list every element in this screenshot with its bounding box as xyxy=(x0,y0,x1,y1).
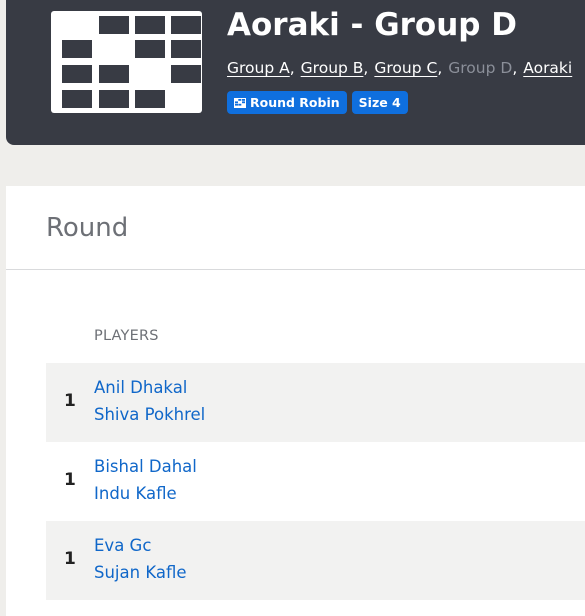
breadcrumb-group-b[interactable]: Group B xyxy=(301,59,364,77)
player-link[interactable]: Sujan Kafle xyxy=(94,562,187,584)
breadcrumb-separator: , xyxy=(512,59,518,77)
player-link[interactable]: Indu Kafle xyxy=(94,483,177,505)
match-number: 1 xyxy=(64,549,76,569)
breadcrumb-group-d-current: Group D xyxy=(448,59,513,77)
format-badge-label: Round Robin xyxy=(250,95,340,110)
grid-icon xyxy=(234,97,246,108)
player-link[interactable]: Eva Gc xyxy=(94,535,151,557)
round-robin-grid-icon xyxy=(51,11,202,113)
format-badge: Round Robin xyxy=(227,91,347,114)
breadcrumb-group-a[interactable]: Group A xyxy=(227,59,290,77)
player-link[interactable]: Bishal Dahal xyxy=(94,456,197,478)
match-number: 1 xyxy=(64,470,76,490)
players-column-header: PLAYERS xyxy=(94,328,159,344)
round-title: Round xyxy=(46,213,129,243)
divider xyxy=(6,269,585,270)
breadcrumb: Group A, Group B, Group C, Group D, Aoraki xyxy=(227,57,572,79)
match-row: 1 Bishal Dahal Indu Kafle xyxy=(46,442,585,521)
tournament-header: Aoraki - Group D Group A, Group B, Group C… xyxy=(6,0,585,145)
match-row: 1 Eva Gc Sujan Kafle xyxy=(46,521,585,600)
breadcrumb-group-c[interactable]: Group C xyxy=(374,59,437,77)
tournament-badges: Round Robin Size 4 xyxy=(227,91,408,114)
breadcrumb-separator: , xyxy=(289,59,295,77)
breadcrumb-aoraki[interactable]: Aoraki xyxy=(523,59,572,77)
page-title: Aoraki - Group D xyxy=(227,7,518,43)
round-panel: Round PLAYERS 1 Anil Dhakal Shiva Pokhre… xyxy=(6,186,585,616)
match-row: 1 Anil Dhakal Shiva Pokhrel xyxy=(46,363,585,442)
player-link[interactable]: Anil Dhakal xyxy=(94,377,187,399)
match-number: 1 xyxy=(64,391,76,411)
breadcrumb-separator: , xyxy=(437,59,443,77)
size-badge: Size 4 xyxy=(351,91,408,114)
player-link[interactable]: Shiva Pokhrel xyxy=(94,404,205,426)
breadcrumb-separator: , xyxy=(363,59,369,77)
